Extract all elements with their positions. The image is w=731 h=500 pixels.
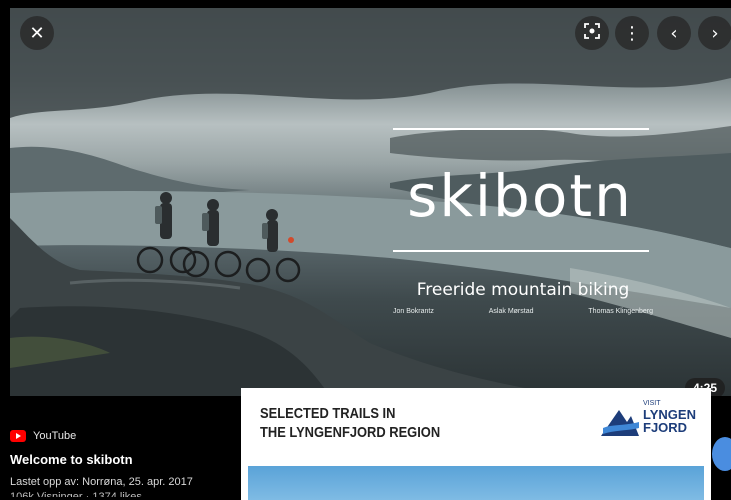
title-rule-bottom [393, 250, 649, 252]
more-vertical-icon: ⋮ [623, 22, 641, 44]
card-heading: SELECTED TRAILS IN THE LYNGENFJORD REGIO… [260, 404, 440, 442]
logo-line: FJORD [643, 420, 688, 435]
lens-icon [584, 22, 600, 44]
source-label: YouTube [33, 430, 77, 442]
previous-button[interactable]: ‹ [657, 16, 691, 50]
related-image-card[interactable]: SELECTED TRAILS IN THE LYNGENFJORD REGIO… [241, 388, 711, 500]
rider-name: Aslak Mørstad [488, 308, 534, 315]
floating-action-button[interactable] [712, 437, 731, 471]
video-thumbnail[interactable]: ✕ ⋮ ‹ › skibotn Freeride mountain biking… [10, 8, 731, 396]
rider-name: Jon Bokrantz [393, 308, 434, 315]
video-title-link[interactable]: Welcome to skibotn [10, 452, 240, 467]
close-button[interactable]: ✕ [20, 16, 54, 50]
logo-visit-text: VISIT [643, 400, 661, 407]
mountain-logo-icon [601, 410, 639, 436]
card-heading-line: SELECTED TRAILS IN [260, 405, 396, 422]
card-heading-line: THE LYNGENFJORD REGION [260, 424, 441, 441]
card-map-image [248, 466, 704, 500]
next-button[interactable]: › [698, 16, 731, 50]
rider-names: Jon Bokrantz Aslak Mørstad Thomas Klinge… [393, 308, 653, 315]
rider-name: Thomas Klingenberg [588, 308, 653, 315]
view-count: 106k Visninger · 1374 likes [10, 491, 142, 497]
visit-lyngen-fjord-logo: VISIT LYNGEN FJORD [599, 400, 703, 444]
title-rule-top [393, 128, 649, 130]
youtube-icon [10, 430, 26, 442]
close-icon: ✕ [29, 22, 45, 44]
more-options-button[interactable]: ⋮ [615, 16, 649, 50]
video-title-word: skibotn [407, 162, 633, 230]
video-subtitle: Freeride mountain biking [416, 280, 630, 300]
video-info: YouTube Welcome to skibotn Lastet opp av… [10, 430, 240, 497]
upload-info: Lastet opp av: Norrøna, 25. apr. 2017 [10, 476, 193, 488]
chevron-left-icon: ‹ [670, 22, 678, 44]
source-row[interactable]: YouTube [10, 430, 240, 442]
lens-button[interactable] [575, 16, 609, 50]
logo-name: LYNGEN FJORD [643, 408, 696, 434]
chevron-right-icon: › [711, 22, 719, 44]
